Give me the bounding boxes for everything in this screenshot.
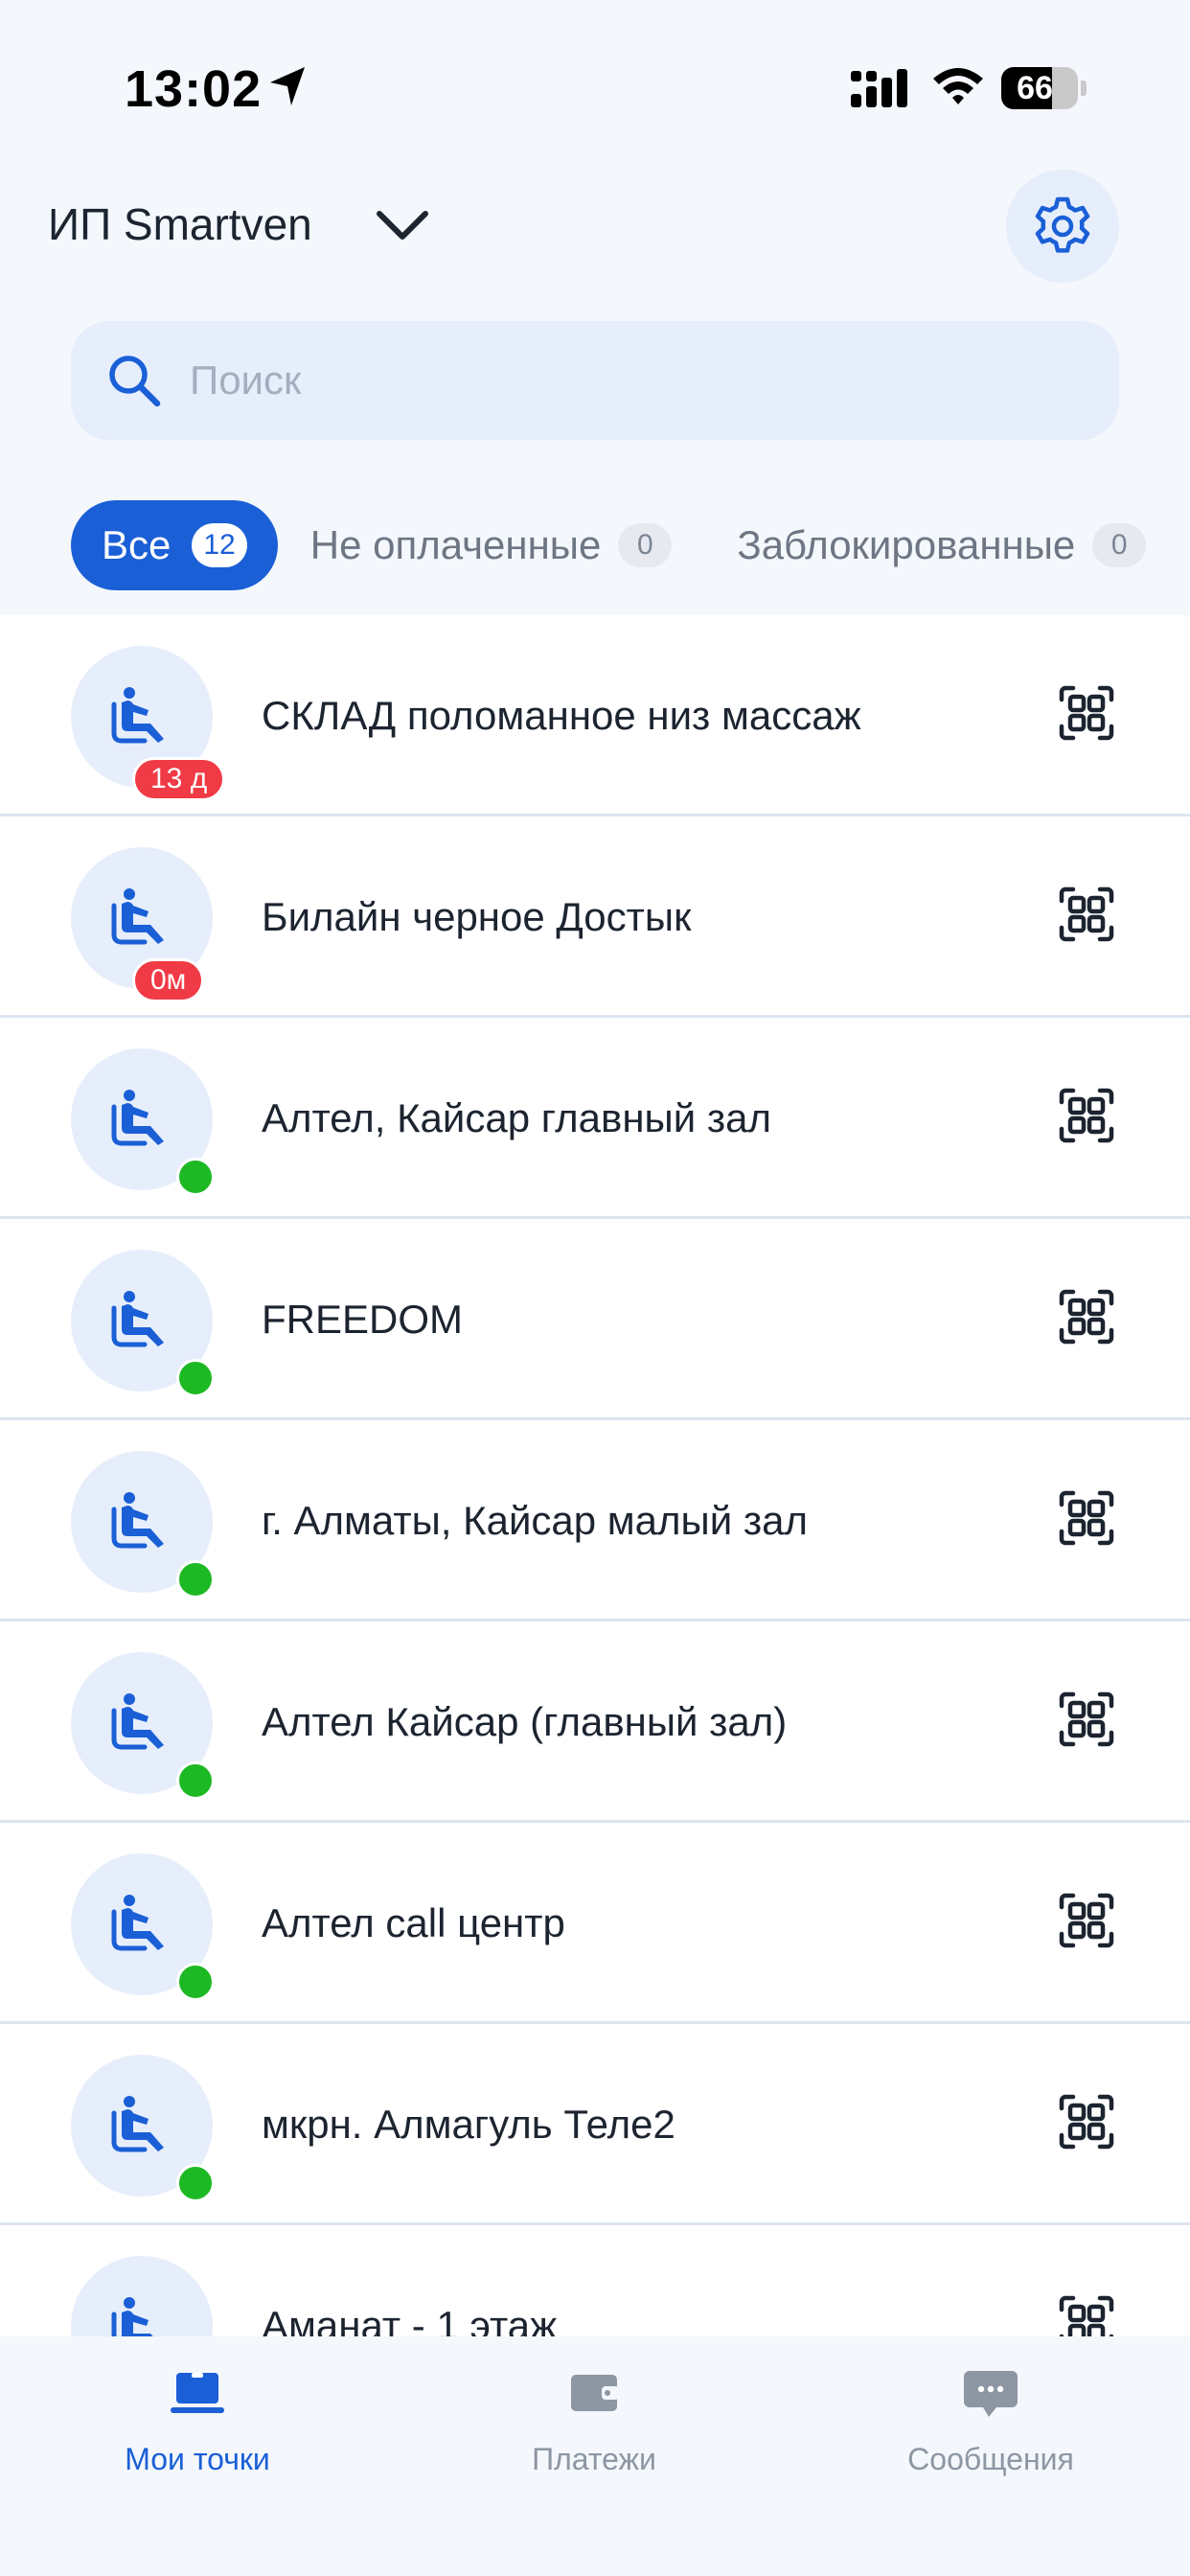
qr-scan-icon <box>1059 2295 1114 2336</box>
qr-code-button[interactable] <box>1058 2093 1115 2155</box>
nav-my-points[interactable]: Мои точки <box>54 2336 341 2576</box>
tab-label: Заблокированные <box>737 522 1076 567</box>
point-name: мкрн. Алмагуль Теле2 <box>262 2102 675 2147</box>
point-name: Билайн черное Достык <box>262 894 692 939</box>
signal-icon <box>851 69 907 107</box>
battery-icon: 66 <box>1001 67 1078 109</box>
online-status-dot <box>176 1761 215 1800</box>
qr-scan-icon <box>1059 1289 1114 1345</box>
massage-chair-icon <box>111 1291 164 1347</box>
point-row[interactable]: FREEDOM <box>0 1219 1190 1420</box>
points-list: 13 д СКЛАД поломанное низ массаж 0м Билайн … <box>0 615 1190 2336</box>
point-row[interactable]: мкрн. Алмагуль Теле2 <box>0 2024 1190 2225</box>
qr-scan-icon <box>1059 1893 1114 1948</box>
tab-label: Все <box>102 522 172 567</box>
search-input[interactable] <box>190 321 1052 440</box>
qr-scan-icon <box>1059 1691 1114 1747</box>
battery-nub <box>1081 80 1087 96</box>
qr-scan-icon <box>1059 886 1114 942</box>
massage-chair-icon <box>111 2297 153 2336</box>
qr-code-button[interactable] <box>1058 2294 1115 2336</box>
point-row[interactable]: 0м Билайн черное Достык <box>0 816 1190 1018</box>
search-bar[interactable] <box>71 321 1119 440</box>
gear-icon <box>1035 196 1090 253</box>
massage-chair-icon <box>111 1693 164 1750</box>
tab-all[interactable]: Все 12 <box>71 500 278 590</box>
point-row[interactable]: Алтел, Кайсар главный зал <box>0 1018 1190 1219</box>
qr-code-button[interactable] <box>1058 886 1115 948</box>
massage-chair-icon <box>111 888 164 945</box>
online-status-dot <box>176 1963 215 2001</box>
time-badge: 13 д <box>132 757 226 801</box>
online-status-dot <box>176 1158 215 1196</box>
status-bar: 13:02 66 <box>0 0 1190 182</box>
qr-code-button[interactable] <box>1058 1288 1115 1350</box>
filter-tabs: Все 12 Не оплаченные 0 Заблокированные 0 <box>71 500 1190 590</box>
point-name: Алтел Кайсар (главный зал) <box>262 1699 788 1744</box>
laptop-icon <box>171 2373 224 2413</box>
qr-scan-icon <box>1059 2094 1114 2150</box>
point-name: г. Алматы, Кайсар малый зал <box>262 1498 808 1543</box>
massage-chair-icon <box>111 1090 164 1146</box>
location-arrow-icon <box>270 67 305 105</box>
qr-code-button[interactable] <box>1058 1489 1115 1552</box>
point-row[interactable]: Алтел call центр <box>0 1823 1190 2024</box>
massage-chair-icon <box>111 1895 164 1951</box>
massage-chair-icon <box>111 2096 164 2152</box>
tab-blocked[interactable]: Заблокированные 0 <box>704 500 1179 590</box>
qr-code-button[interactable] <box>1058 1690 1115 1753</box>
nav-label: Сообщения <box>907 2442 1074 2476</box>
bottom-navigation: Мои точки Платежи Сообщения <box>0 2336 1190 2576</box>
tab-label: Не оплаченные <box>309 522 602 567</box>
online-status-dot <box>176 1560 215 1598</box>
tab-count-badge: 12 <box>192 523 247 567</box>
wallet-icon <box>571 2375 619 2411</box>
chat-icon <box>964 2371 1018 2417</box>
organization-name[interactable]: ИП Smartven <box>48 198 312 250</box>
chevron-down-icon[interactable] <box>376 208 429 242</box>
qr-code-button[interactable] <box>1058 1087 1115 1149</box>
massage-chair-icon <box>111 687 164 744</box>
time-badge: 0м <box>132 958 205 1002</box>
point-name: FREEDOM <box>262 1297 463 1342</box>
nav-label: Мои точки <box>125 2442 270 2476</box>
wifi-icon <box>933 68 983 104</box>
header: ИП Smartven <box>0 168 1190 283</box>
tab-unpaid[interactable]: Не оплаченные 0 <box>278 500 705 590</box>
nav-label: Платежи <box>532 2442 656 2476</box>
nav-payments[interactable]: Платежи <box>450 2336 738 2576</box>
nav-messages[interactable]: Сообщения <box>847 2336 1134 2576</box>
search-icon <box>109 356 161 407</box>
point-avatar <box>71 2256 213 2336</box>
online-status-dot <box>176 1359 215 1397</box>
point-name: Алтел, Кайсар главный зал <box>262 1095 771 1140</box>
point-row[interactable]: Алтел Кайсар (главный зал) <box>0 1622 1190 1823</box>
qr-code-button[interactable] <box>1058 684 1115 747</box>
point-row[interactable]: Аманат - 1 этаж <box>0 2225 1190 2336</box>
battery-percent: 66 <box>1017 70 1053 106</box>
status-time: 13:02 <box>125 60 263 118</box>
point-row[interactable]: 13 д СКЛАД поломанное низ массаж <box>0 615 1190 816</box>
point-row[interactable]: г. Алматы, Кайсар малый зал <box>0 1420 1190 1622</box>
massage-chair-icon <box>111 1492 164 1549</box>
tab-count-badge: 0 <box>1092 523 1147 567</box>
point-name: Алтел call центр <box>262 1900 565 1945</box>
qr-scan-icon <box>1059 1088 1114 1143</box>
qr-scan-icon <box>1059 685 1114 741</box>
point-name: СКЛАД поломанное низ массаж <box>262 693 861 738</box>
online-status-dot <box>176 2164 215 2202</box>
qr-scan-icon <box>1059 1490 1114 1546</box>
point-name: Аманат - 1 этаж <box>262 2303 558 2336</box>
tab-count-badge: 0 <box>618 523 673 567</box>
settings-button[interactable] <box>1006 170 1119 283</box>
qr-code-button[interactable] <box>1058 1892 1115 1954</box>
